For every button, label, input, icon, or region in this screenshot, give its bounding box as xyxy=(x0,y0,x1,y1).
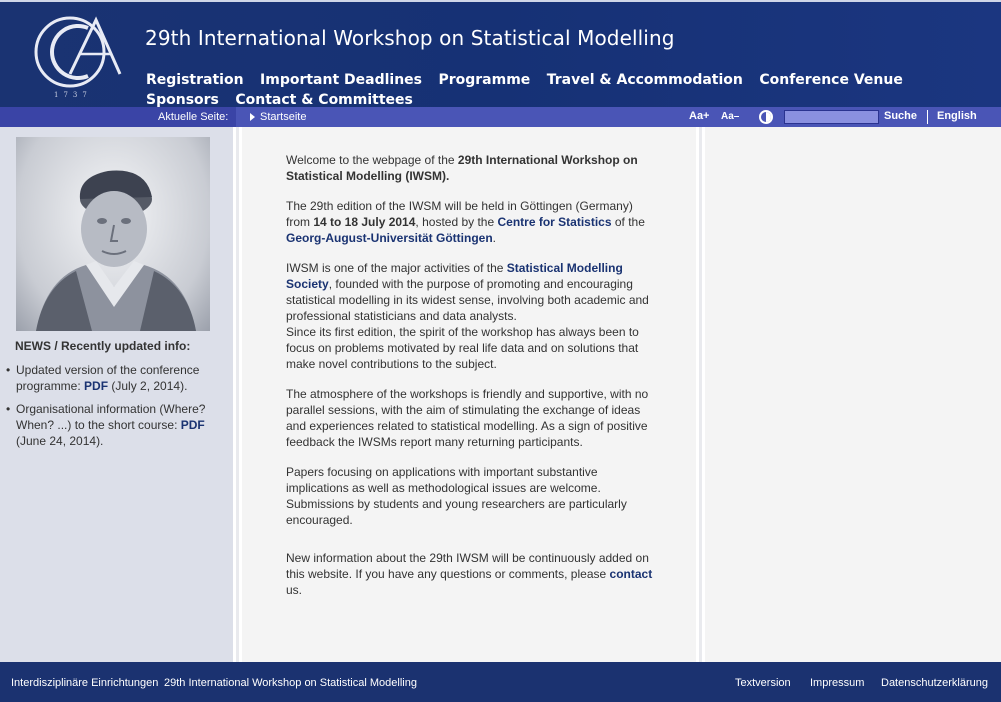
nav-programme[interactable]: Programme xyxy=(438,70,530,90)
footer-link-textversion[interactable]: Textversion xyxy=(735,677,791,689)
toolbar: Aktuelle Seite: Startseite Aa+ Aa– Suche… xyxy=(0,107,1001,127)
main-content: Welcome to the webpage of the 29th Inter… xyxy=(239,127,699,662)
contrast-icon[interactable] xyxy=(759,110,773,124)
contact-paragraph: New information about the 29th IWSM will… xyxy=(286,551,653,597)
breadcrumb-current-page[interactable]: Startseite xyxy=(260,111,306,123)
logo-year: 1737 xyxy=(54,91,92,99)
news-item: Organisational information (Where? When?… xyxy=(6,401,221,449)
footer-link-workshop[interactable]: 29th International Workshop on Statistic… xyxy=(164,677,417,689)
footer-link-impressum[interactable]: Impressum xyxy=(810,677,864,689)
news-list: Updated version of the conference progra… xyxy=(6,362,221,456)
atmosphere-paragraph: The atmosphere of the workshops is frien… xyxy=(286,387,649,449)
footer-link-privacy[interactable]: Datenschutzerklärung xyxy=(881,677,988,689)
nav-conference-venue[interactable]: Conference Venue xyxy=(759,70,902,90)
centre-for-statistics-link[interactable]: Centre for Statistics xyxy=(497,215,611,229)
university-logo-icon[interactable]: 1737 xyxy=(26,12,124,102)
nav-travel-accommodation[interactable]: Travel & Accommodation xyxy=(547,70,743,90)
font-increase-button[interactable]: Aa+ xyxy=(689,110,710,122)
search-input[interactable] xyxy=(784,110,879,124)
site-header: 1737 29th International Workshop on Stat… xyxy=(0,0,1001,110)
university-link[interactable]: Georg-August-Universität Göttingen xyxy=(286,231,493,245)
language-english-link[interactable]: English xyxy=(937,110,977,122)
content-body: Welcome to the webpage of the 29th Inter… xyxy=(286,152,654,612)
breadcrumb-label: Aktuelle Seite: xyxy=(158,111,229,123)
font-decrease-button[interactable]: Aa– xyxy=(721,111,739,122)
nav-important-deadlines[interactable]: Important Deadlines xyxy=(260,70,422,90)
news-item: Updated version of the conference progra… xyxy=(6,362,221,394)
right-column xyxy=(702,127,1001,662)
papers-paragraph: Papers focusing on applications with imp… xyxy=(286,465,627,527)
contact-link[interactable]: contact xyxy=(610,567,653,581)
portrait-image xyxy=(16,137,210,331)
main-navigation: Registration Important Deadlines Program… xyxy=(146,70,926,110)
news-pdf-link[interactable]: PDF xyxy=(84,379,108,393)
edition-paragraph: The 29th edition of the IWSM will be hel… xyxy=(286,199,645,245)
nav-registration[interactable]: Registration xyxy=(146,70,244,90)
footer-link-interdisciplinary[interactable]: Interdisziplinäre Einrichtungen xyxy=(11,677,158,689)
breadcrumb-separator xyxy=(236,107,250,127)
news-pdf-link[interactable]: PDF xyxy=(181,418,205,432)
site-title: 29th International Workshop on Statistic… xyxy=(145,26,675,50)
search-button[interactable]: Suche xyxy=(884,110,917,122)
society-paragraph: IWSM is one of the major activities of t… xyxy=(286,261,649,371)
welcome-paragraph: Welcome to the webpage of the 29th Inter… xyxy=(286,153,638,183)
breadcrumb-arrow-icon xyxy=(250,113,255,121)
site-footer: Interdisziplinäre Einrichtungen 29th Int… xyxy=(0,662,1001,702)
news-heading: NEWS / Recently updated info: xyxy=(15,339,191,353)
sidebar: NEWS / Recently updated info: Updated ve… xyxy=(0,127,236,662)
toolbar-divider xyxy=(927,110,928,124)
